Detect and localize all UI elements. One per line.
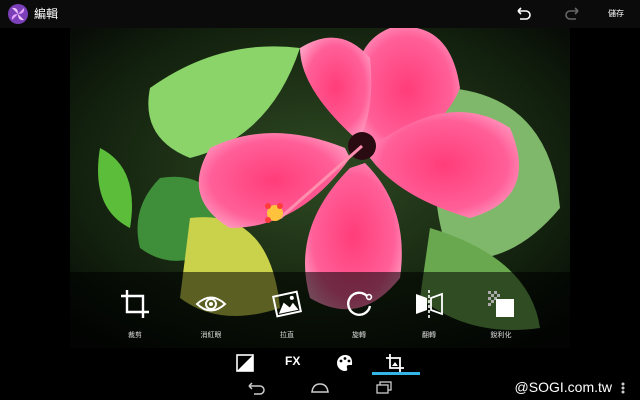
exposure-icon <box>236 354 254 372</box>
straighten-icon <box>271 290 303 318</box>
palette-icon <box>337 355 353 371</box>
straighten-label: 拉直 <box>280 331 294 339</box>
editor-category-tabs: FX <box>0 348 640 376</box>
tab-geometry[interactable] <box>384 352 406 374</box>
sharpen-icon <box>488 291 514 317</box>
red-eye-label: 消紅眼 <box>200 331 222 339</box>
crop-label: 裁剪 <box>128 331 142 339</box>
mirror-icon <box>416 290 443 318</box>
rotate-label: 旋轉 <box>352 331 366 339</box>
recent-apps-icon[interactable] <box>374 380 394 396</box>
page-title: 編輯 <box>34 7 59 21</box>
crop-tool-button[interactable]: 裁剪 <box>100 282 170 342</box>
sharpen-tool-button[interactable]: 銳利化 <box>466 282 536 342</box>
rotate-icon <box>347 291 373 316</box>
tab-colors[interactable] <box>334 352 356 374</box>
menu-icon[interactable] <box>616 380 630 396</box>
edit-tools-panel: 裁剪 消紅眼 拉直 旋轉 翻轉 銳利化 <box>70 272 570 348</box>
eye-icon <box>195 296 227 312</box>
active-tab-indicator <box>372 372 420 375</box>
sharpen-label: 銳利化 <box>490 331 512 339</box>
back-icon[interactable] <box>246 380 266 396</box>
crop-rotate-icon <box>386 354 404 372</box>
watermark: @SOGI.com.tw <box>514 379 612 395</box>
rotate-tool-button[interactable]: 旋轉 <box>324 282 394 342</box>
home-icon[interactable] <box>310 380 330 396</box>
system-navigation-bar: @SOGI.com.tw <box>0 376 640 400</box>
mirror-tool-button[interactable]: 翻轉 <box>394 282 464 342</box>
gallery-app-icon[interactable] <box>8 4 28 24</box>
action-bar: 編輯 儲存 <box>0 0 640 28</box>
straighten-tool-button[interactable]: 拉直 <box>252 282 322 342</box>
save-button[interactable]: 儲存 <box>608 7 624 21</box>
mirror-label: 翻轉 <box>422 331 436 339</box>
undo-icon[interactable] <box>514 5 532 23</box>
red-eye-tool-button[interactable]: 消紅眼 <box>176 282 246 342</box>
crop-icon <box>121 290 149 318</box>
redo-icon[interactable] <box>564 5 582 23</box>
tab-fx[interactable]: FX <box>285 354 300 368</box>
tab-exposure[interactable] <box>234 352 256 374</box>
